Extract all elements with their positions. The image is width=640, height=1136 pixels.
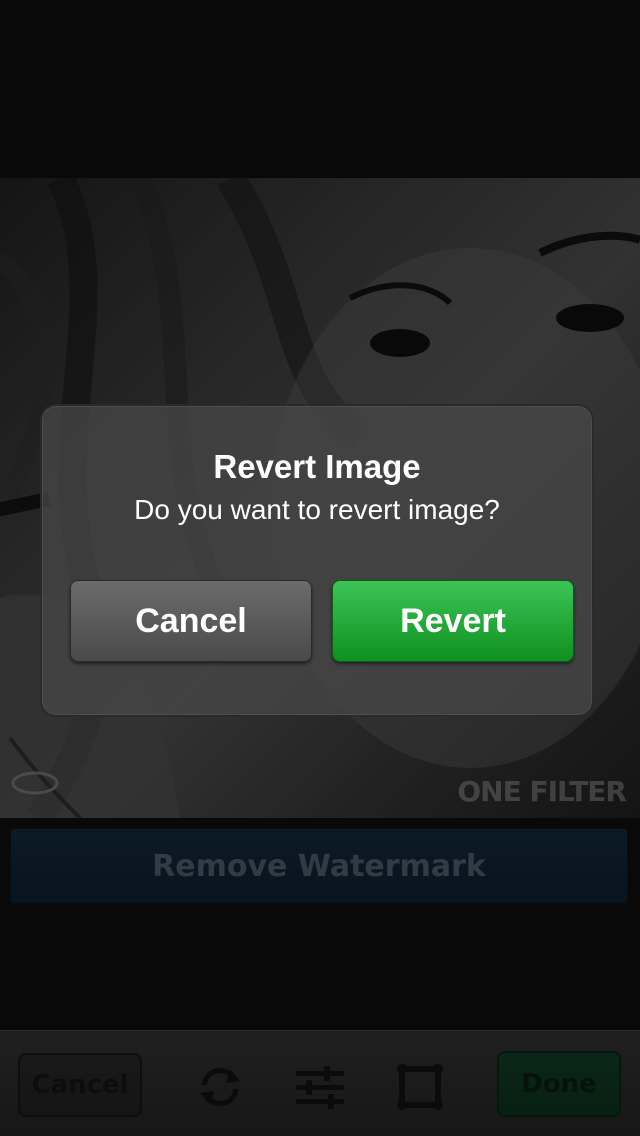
dialog-title: Revert Image — [213, 448, 421, 485]
dialog-message: Do you want to revert image? — [134, 494, 500, 525]
revert-image-dialog: Revert Image Do you want to revert image… — [40, 404, 594, 717]
dialog-cancel-button[interactable]: Cancel — [70, 580, 312, 662]
dialog-revert-button[interactable]: Revert — [332, 580, 574, 662]
